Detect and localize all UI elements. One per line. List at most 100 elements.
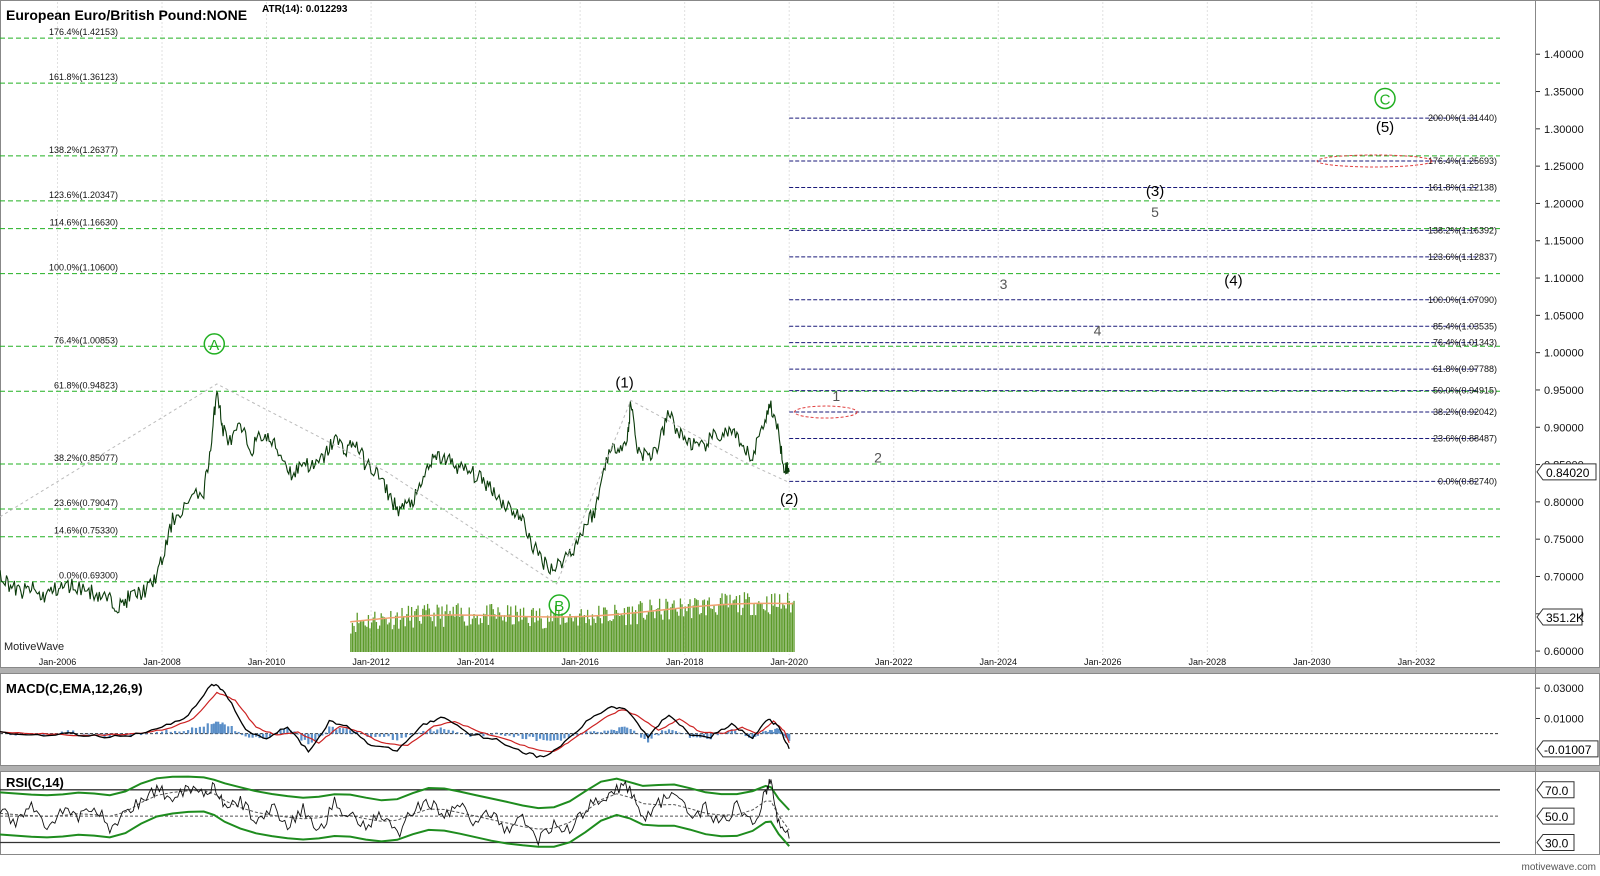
volume-bar [402,616,405,652]
volume-bar [359,620,362,652]
wave-label: 4 [1094,322,1102,338]
volume-bar [412,627,414,652]
volume-bar [678,615,680,652]
volume-bar [618,616,621,652]
volume-bar [758,601,760,652]
panel-separator[interactable] [0,668,1600,673]
volume-bar [543,628,546,652]
volume-bar [356,612,358,652]
volume-bar [604,607,606,652]
volume-bar [438,607,440,652]
volume-bar [583,614,586,652]
volume-bar [676,611,678,652]
y-tick-label: 1.20000 [1544,198,1584,210]
volume-bar [638,604,640,652]
volume-bar [553,613,555,652]
volume-bar [660,614,662,652]
volume-bar [353,625,355,652]
volume-bar [737,612,739,652]
volume-bar [642,617,645,652]
volume-bar [652,611,654,652]
volume-bar [729,594,731,652]
volume-bar [594,622,597,652]
volume-bar [542,628,544,652]
x-tick-label: Jan-2012 [352,657,390,667]
wave-label: (3) [1146,183,1164,200]
volume-bar [686,611,688,652]
volume-bar [452,606,454,652]
volume-bar [361,621,363,652]
volume-bar [655,609,658,652]
volume-bar [377,628,379,652]
rsi-y-tick-label: 50.0 [1545,810,1569,824]
wave-label: 1 [832,388,840,404]
volume-bar [746,593,749,652]
volume-bar [646,614,648,652]
fib-label-right: 23.6%(0.88487) [1433,434,1497,444]
volume-bar [404,626,406,652]
volume-bar [785,608,787,652]
volume-bar [590,625,592,652]
volume-bar [727,607,730,652]
volume-bar [662,619,664,652]
volume-bar [734,599,736,652]
x-tick-label: Jan-2030 [1293,657,1331,667]
chart-canvas: 176.4%(1.42153) 161.8%(1.36123) 138.2%(1.2… [0,0,1600,873]
volume-bar [769,614,771,652]
volume-bar [775,606,778,652]
y-tick-label: 0.60000 [1544,646,1584,658]
volume-bar [782,604,784,652]
fib-label-left: 123.6%(1.20347) [49,190,118,200]
volume-bar [391,629,394,652]
volume-bar [369,628,371,652]
volume-bar [500,615,502,652]
volume-bar [383,617,386,652]
volume-bar [692,605,694,652]
volume-bar [489,604,491,652]
x-tick-label: Jan-2016 [561,657,599,667]
volume-bar [502,620,504,652]
volume-bar [394,615,397,652]
volume-bar [470,624,472,652]
volume-bar [575,616,578,652]
volume-bar [436,604,438,652]
volume-bar [540,618,542,652]
volume-bar [722,603,725,652]
fib-label-right: 200.0%(1.31440) [1428,113,1497,123]
volume-bar [766,596,768,652]
volume-bar [617,612,619,652]
volume-bar [679,598,682,652]
x-tick-label: Jan-2008 [143,657,181,667]
last-price-label: 0.84020 [1546,466,1590,480]
volume-bar [762,609,765,652]
volume-bar [710,608,712,652]
volume-bar [649,599,651,652]
volume-bar [630,624,632,652]
macd-y-tick-label: 0.03000 [1544,683,1584,695]
volume-bar [532,607,534,652]
volume-bar [788,600,790,652]
volume-bar [753,603,755,652]
fib-label-left: 76.4%(1.00853) [54,335,118,345]
fib-label-left: 114.6%(1.16630) [50,218,118,228]
panel-separator[interactable] [0,766,1600,771]
volume-bar [401,607,403,652]
volume-bar [743,592,746,652]
volume-bar [657,608,659,652]
fib-label-right: 50.0%(0.94915) [1433,386,1497,396]
fib-label-left: 14.6%(0.75330) [54,526,118,536]
volume-bar [444,611,446,652]
y-tick-label: 1.10000 [1544,273,1584,285]
volume-bar [462,614,464,652]
volume-bar [399,619,402,652]
volume-bar [612,619,614,652]
volume-bar [599,618,602,652]
volume-bar [442,626,445,652]
volume-bar [681,604,683,652]
volume-bar [409,620,411,652]
volume-bar [551,621,554,652]
volume-bar [580,609,582,652]
volume-bar [567,616,570,652]
volume-bar [570,617,573,652]
volume-bar [777,606,779,652]
